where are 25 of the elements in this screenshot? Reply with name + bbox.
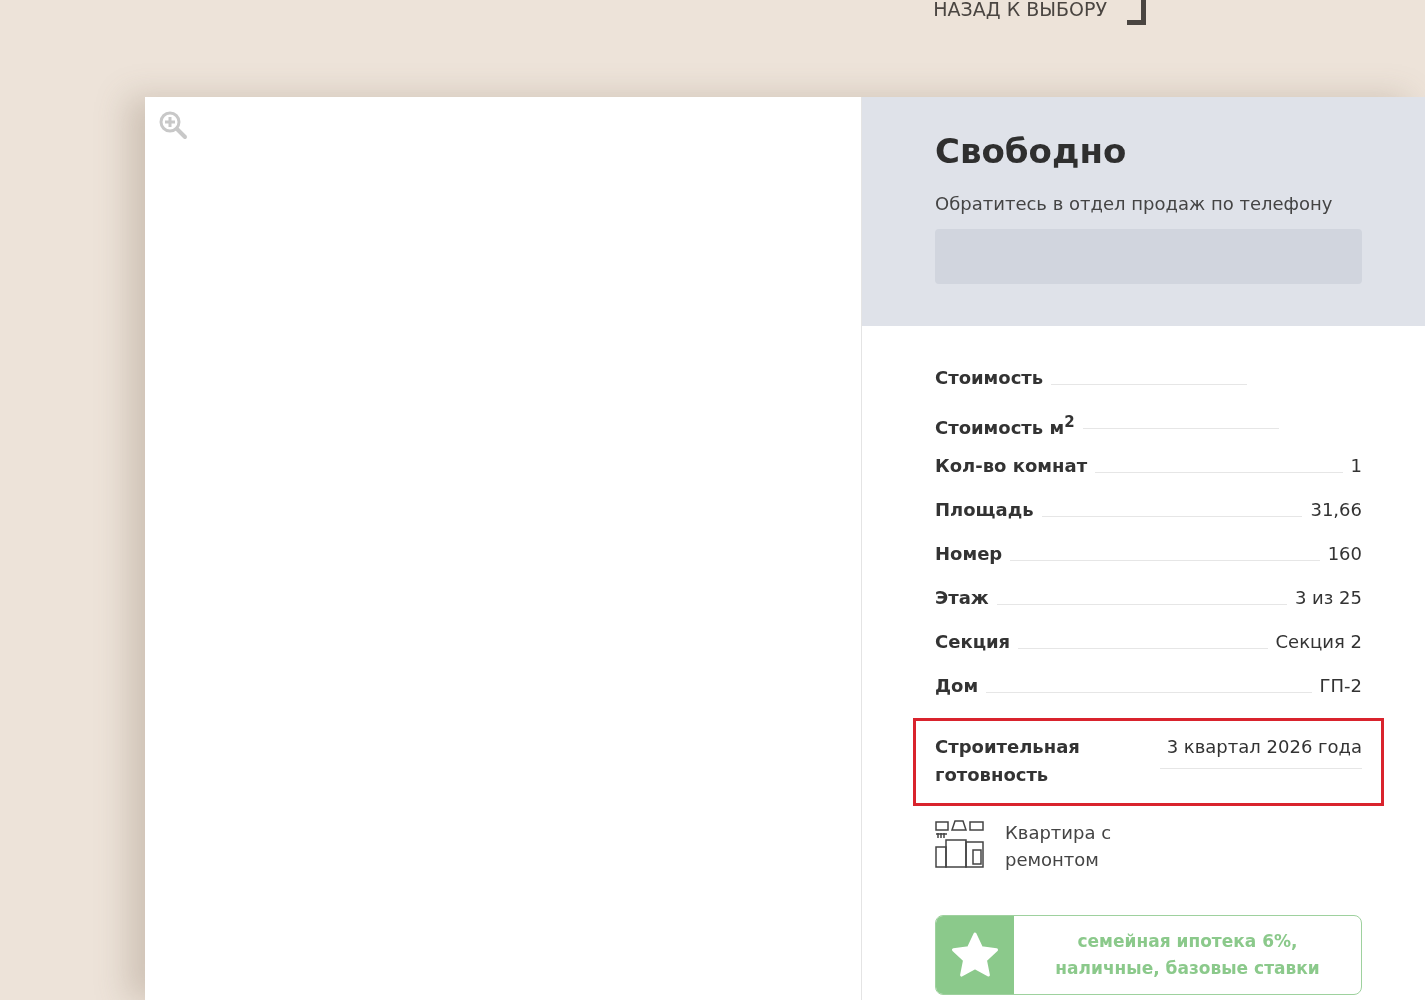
detail-value: ГП-2 — [1319, 674, 1362, 698]
zoom-in-icon[interactable] — [158, 110, 188, 140]
detail-value: 1 — [1350, 454, 1362, 478]
star-icon — [950, 931, 1000, 979]
bracket-icon — [1127, 0, 1147, 26]
detail-label: Секция — [935, 630, 1011, 654]
status-subtitle: Обратитесь в отдел продаж по телефону — [935, 193, 1334, 214]
detail-label: Кол-во комнат — [935, 454, 1088, 478]
feature-label: Квартира с ремонтом — [1005, 821, 1113, 872]
detail-label: Строительная готовность — [935, 735, 1081, 787]
detail-label: Дом — [935, 674, 979, 698]
detail-label: Стоимость — [935, 366, 1044, 390]
detail-value: 160 — [1327, 542, 1362, 566]
detail-label: Площадь — [935, 498, 1034, 522]
promo-text: семейная ипотека 6%, наличные, базовые ставки — [1054, 930, 1321, 980]
detail-value: 31,66 — [1310, 498, 1362, 522]
detail-label: Стоимость м$^{2}$ — [935, 412, 1075, 436]
back-link[interactable]: НАЗАД К ВЫБОРУ — [933, 0, 1147, 26]
detail-value: 3 из 25 — [1294, 586, 1362, 610]
detail-value: 3 квартал 2026 года — [1166, 735, 1362, 759]
status-title: Свободно — [935, 131, 1128, 171]
detail-value: Секция 2 — [1275, 630, 1362, 654]
kitchen-icon — [935, 820, 985, 870]
detail-label: Номер — [935, 542, 1003, 566]
detail-label: Этаж — [935, 586, 989, 610]
